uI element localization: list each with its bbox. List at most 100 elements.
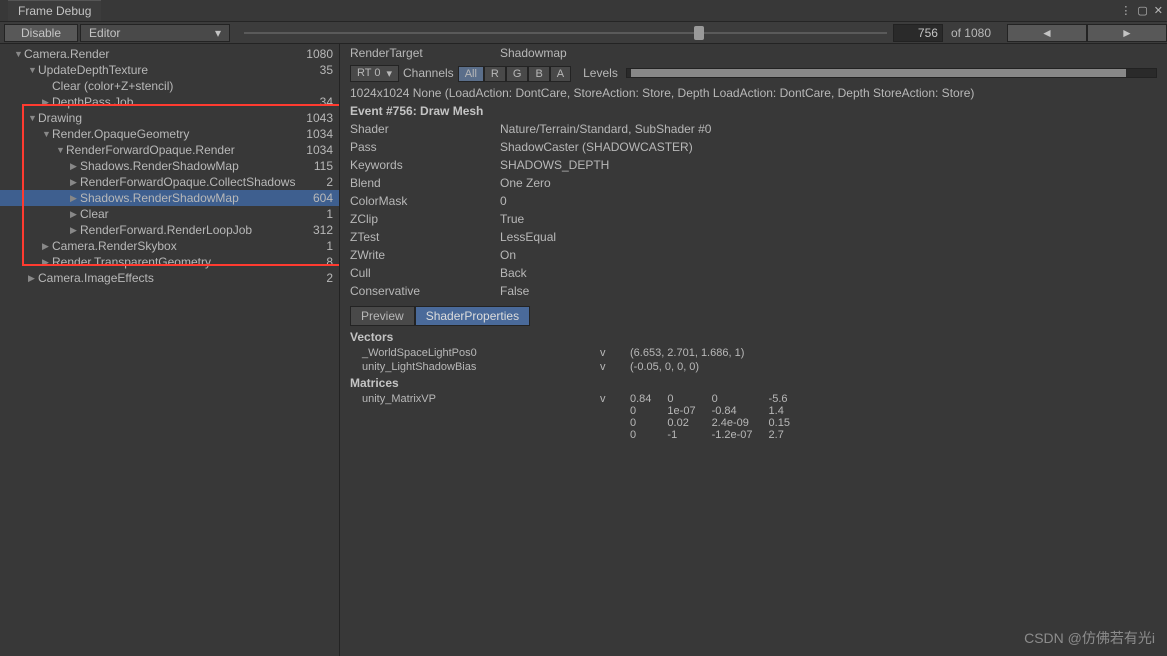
tree-label: RenderForwardOpaque.Render xyxy=(66,143,303,157)
tree-label: Clear (color+Z+stencil) xyxy=(52,79,303,93)
matrix-row: unity_MatrixVP v 0.8400-5.601e-07-0.841.… xyxy=(340,392,1167,442)
tree-row[interactable]: ▶Shadows.RenderShadowMap115 xyxy=(0,158,339,174)
titlebar: Frame Debug ⋮ ▢ ✕ xyxy=(0,0,1167,22)
tree-count: 115 xyxy=(303,159,333,173)
channel-all[interactable]: All xyxy=(458,66,484,82)
tree-count: 312 xyxy=(303,223,333,237)
rt-dropdown[interactable]: RT 0▾ xyxy=(350,65,399,82)
tree-row[interactable]: ▼Render.OpaqueGeometry1034 xyxy=(0,126,339,142)
rt-info: 1024x1024 None (LoadAction: DontCare, St… xyxy=(340,84,1167,102)
watermark: CSDN @仿佛若有光i xyxy=(1024,628,1155,648)
vector-row: unity_LightShadowBiasv(-0.05, 0, 0, 0) xyxy=(340,360,1167,374)
property-row: ShaderNature/Terrain/Standard, SubShader… xyxy=(340,120,1167,138)
tree-count: 1034 xyxy=(303,127,333,141)
property-row: KeywordsSHADOWS_DEPTH xyxy=(340,156,1167,174)
tree-row[interactable]: ▶Clear1 xyxy=(0,206,339,222)
property-row: ColorMask0 xyxy=(340,192,1167,210)
matrix-table: 0.8400-5.601e-07-0.841.400.022.4e-090.15… xyxy=(630,393,806,441)
main: ▼Camera.Render1080▼UpdateDepthTexture35C… xyxy=(0,44,1167,656)
slider-thumb[interactable] xyxy=(694,26,704,40)
tree-row[interactable]: ▶Render.TransparentGeometry8 xyxy=(0,254,339,270)
property-row: ZTestLessEqual xyxy=(340,228,1167,246)
tree-count: 8 xyxy=(303,255,333,269)
chevron-right-icon[interactable]: ▶ xyxy=(42,241,52,252)
levels-slider[interactable] xyxy=(626,68,1157,78)
channel-b[interactable]: B xyxy=(528,66,549,82)
frame-slider[interactable] xyxy=(244,32,887,34)
disable-button[interactable]: Disable xyxy=(4,24,78,42)
tree-label: Camera.Render xyxy=(24,47,303,61)
tree-row[interactable]: ▼Camera.Render1080 xyxy=(0,46,339,62)
tree-label: Shadows.RenderShadowMap xyxy=(80,159,303,173)
chevron-right-icon[interactable]: ▶ xyxy=(70,193,80,204)
frame-total: of 1080 xyxy=(951,26,991,40)
tree-row[interactable]: ▶Shadows.RenderShadowMap604 xyxy=(0,190,339,206)
chevron-right-icon[interactable]: ▶ xyxy=(28,273,38,284)
tree-count: 2 xyxy=(303,271,333,285)
tree-label: Camera.RenderSkybox xyxy=(52,239,303,253)
chevron-down-icon: ▾ xyxy=(386,67,392,80)
detail-panel: RenderTarget Shadowmap RT 0▾ Channels Al… xyxy=(340,44,1167,656)
property-row: BlendOne Zero xyxy=(340,174,1167,192)
target-dropdown[interactable]: Editor▾ xyxy=(80,24,230,42)
tree-row[interactable]: Clear (color+Z+stencil) xyxy=(0,78,339,94)
tree-label: DepthPass.Job xyxy=(52,95,303,109)
levels-label: Levels xyxy=(583,66,618,80)
chevron-right-icon[interactable]: ▶ xyxy=(70,177,80,188)
window-tab[interactable]: Frame Debug xyxy=(8,0,101,21)
chevron-right-icon[interactable]: ▶ xyxy=(70,225,80,236)
chevron-right-icon[interactable]: ▶ xyxy=(42,257,52,268)
chevron-down-icon[interactable]: ▼ xyxy=(14,49,24,59)
tree-count: 35 xyxy=(303,63,333,77)
frame-input[interactable] xyxy=(893,24,943,42)
channels-bar: RT 0▾ Channels AllRGBA Levels xyxy=(340,62,1167,84)
tree-row[interactable]: ▶Camera.RenderSkybox1 xyxy=(0,238,339,254)
property-row: ConservativeFalse xyxy=(340,282,1167,300)
tree-label: UpdateDepthTexture xyxy=(38,63,303,77)
tree-panel: ▼Camera.Render1080▼UpdateDepthTexture35C… xyxy=(0,44,340,656)
tree-row[interactable]: ▶RenderForward.RenderLoopJob312 xyxy=(0,222,339,238)
menu-icon[interactable]: ⋮ xyxy=(1120,4,1131,17)
tree-label: RenderForward.RenderLoopJob xyxy=(80,223,303,237)
chevron-down-icon[interactable]: ▼ xyxy=(56,145,66,155)
channel-g[interactable]: G xyxy=(506,66,529,82)
window-buttons: ⋮ ▢ ✕ xyxy=(1120,4,1163,17)
close-icon[interactable]: ✕ xyxy=(1154,4,1163,17)
tree-row[interactable]: ▶Camera.ImageEffects2 xyxy=(0,270,339,286)
tree-row[interactable]: ▼UpdateDepthTexture35 xyxy=(0,62,339,78)
property-row: PassShadowCaster (SHADOWCASTER) xyxy=(340,138,1167,156)
event-tree[interactable]: ▼Camera.Render1080▼UpdateDepthTexture35C… xyxy=(0,44,339,288)
channel-r[interactable]: R xyxy=(484,66,506,82)
tree-row[interactable]: ▶RenderForwardOpaque.CollectShadows2 xyxy=(0,174,339,190)
chevron-right-icon[interactable]: ▶ xyxy=(70,209,80,220)
tree-label: Camera.ImageEffects xyxy=(38,271,303,285)
event-title: Event #756: Draw Mesh xyxy=(340,102,1167,120)
tree-count: 1043 xyxy=(303,111,333,125)
matrices-heading: Matrices xyxy=(340,374,1167,392)
tree-count: 1 xyxy=(303,207,333,221)
tree-label: Shadows.RenderShadowMap xyxy=(80,191,303,205)
chevron-down-icon[interactable]: ▼ xyxy=(42,129,52,139)
maximize-icon[interactable]: ▢ xyxy=(1137,4,1147,17)
property-row: ZClipTrue xyxy=(340,210,1167,228)
tree-row[interactable]: ▶DepthPass.Job34 xyxy=(0,94,339,110)
tab-shader-properties[interactable]: ShaderProperties xyxy=(415,306,530,326)
property-row: ZWriteOn xyxy=(340,246,1167,264)
chevron-down-icon[interactable]: ▼ xyxy=(28,113,38,123)
tree-row[interactable]: ▼RenderForwardOpaque.Render1034 xyxy=(0,142,339,158)
next-button[interactable]: ► xyxy=(1087,24,1167,42)
chevron-right-icon[interactable]: ▶ xyxy=(42,97,52,108)
vector-row: _WorldSpaceLightPos0v(6.653, 2.701, 1.68… xyxy=(340,346,1167,360)
prev-button[interactable]: ◄ xyxy=(1007,24,1087,42)
chevron-right-icon[interactable]: ▶ xyxy=(70,161,80,172)
channel-a[interactable]: A xyxy=(550,66,571,82)
tree-label: Clear xyxy=(80,207,303,221)
tree-count: 1034 xyxy=(303,143,333,157)
tab-preview[interactable]: Preview xyxy=(350,306,415,326)
chevron-down-icon: ▾ xyxy=(215,26,221,40)
tree-row[interactable]: ▼Drawing1043 xyxy=(0,110,339,126)
chevron-down-icon[interactable]: ▼ xyxy=(28,65,38,75)
view-tabs: Preview ShaderProperties xyxy=(340,300,1167,328)
toolbar: Disable Editor▾ of 1080 ◄ ► xyxy=(0,22,1167,44)
tree-label: Render.TransparentGeometry xyxy=(52,255,303,269)
